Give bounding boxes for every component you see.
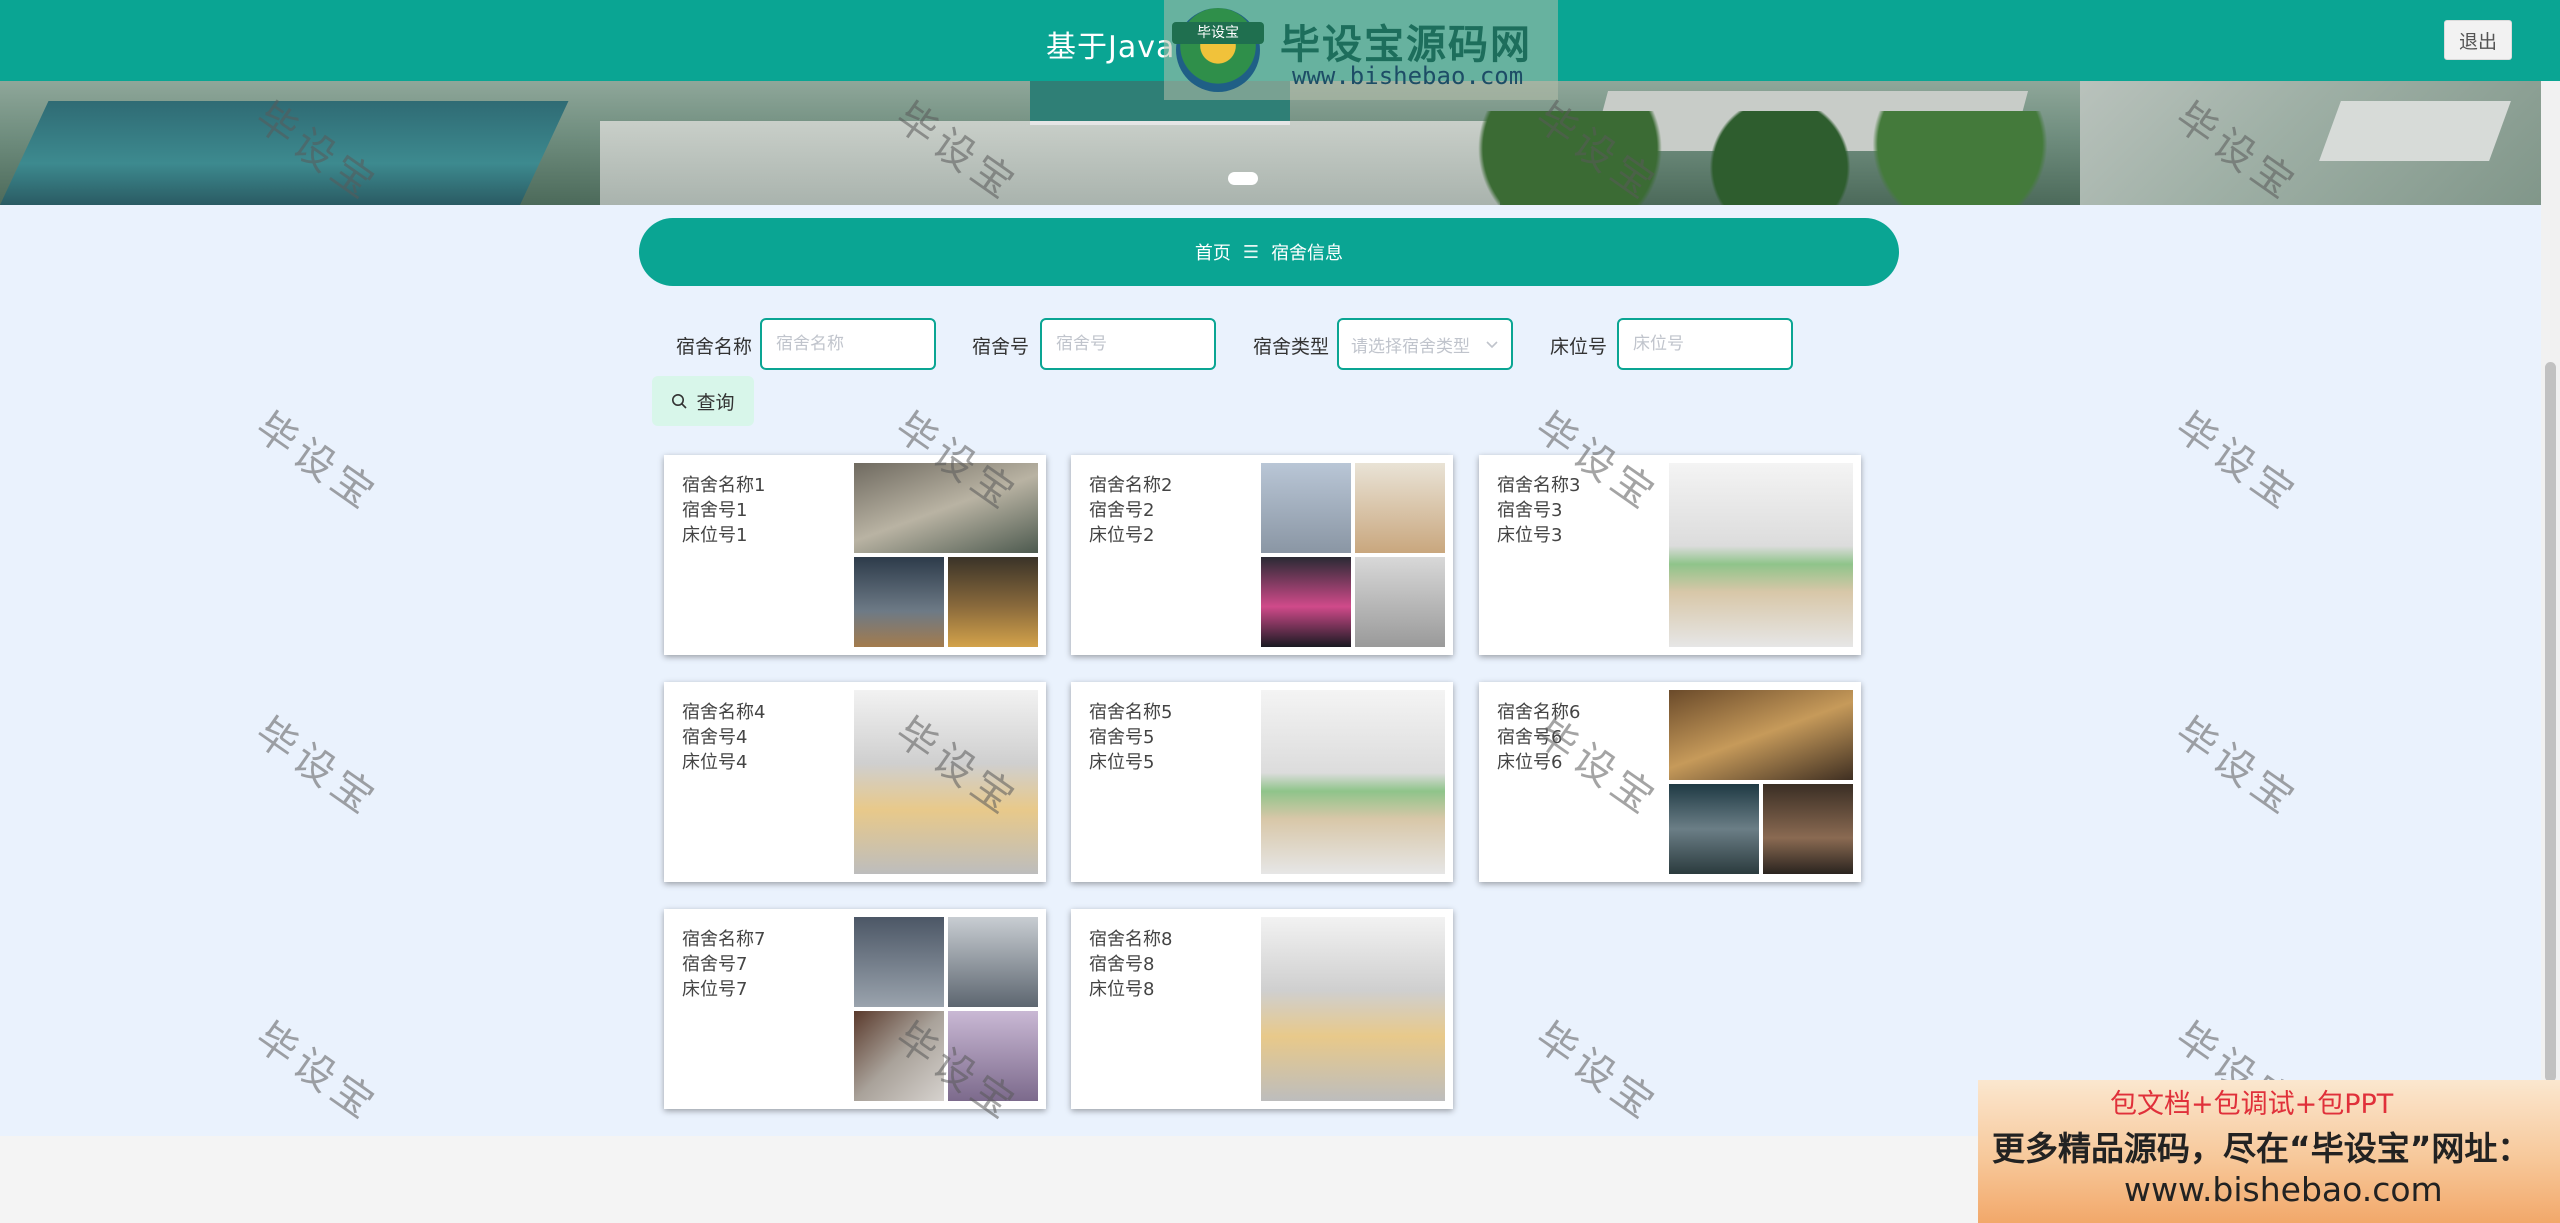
dorm-card-name: 宿舍名称1 (682, 475, 766, 496)
dorm-card-photo (854, 463, 1038, 647)
query-button[interactable]: 查询 (652, 376, 754, 426)
dorm-card-photo (854, 690, 1038, 874)
dorm-card-info: 宿舍名称7 宿舍号7 床位号7 (682, 927, 765, 1002)
dorm-card[interactable]: 宿舍名称1 宿舍号1 床位号1 (664, 455, 1046, 655)
dorm-type-select[interactable]: 请选择宿舍类型 (1337, 318, 1513, 370)
dorm-card-photo (1261, 917, 1445, 1101)
watermark-text: 毕设宝 (246, 708, 387, 826)
promo-banner[interactable]: 包文档+包调试+包PPT 更多精品源码，尽在“毕设宝”网址： www.bishe… (1978, 1080, 2560, 1223)
chevron-down-icon (1486, 341, 1498, 349)
dorm-card-bed: 床位号2 (1089, 525, 1155, 546)
dorm-card-name: 宿舍名称8 (1089, 929, 1173, 950)
breadcrumb-current: 宿舍信息 (1271, 243, 1344, 264)
dorm-card-number: 宿舍号6 (1497, 727, 1563, 748)
dorm-name-field[interactable] (760, 318, 936, 370)
bed-number-input[interactable] (1631, 333, 1779, 355)
dorm-card-bed: 床位号7 (682, 979, 748, 1000)
promo-url[interactable]: www.bishebao.com (2124, 1170, 2443, 1209)
dorm-type-label: 宿舍类型 (1253, 336, 1330, 358)
watermark-text: 毕设宝 (1526, 1013, 1667, 1131)
dorm-card[interactable]: 宿舍名称7 宿舍号7 床位号7 (664, 909, 1046, 1109)
bed-number-field[interactable] (1617, 318, 1793, 370)
dorm-card-photo (1669, 463, 1853, 647)
watermark-logo: 毕设宝 毕设宝源码网 www.bishebao.com (1164, 0, 1558, 100)
breadcrumb-separator-icon: ☰ (1242, 241, 1260, 263)
dorm-card-name: 宿舍名称5 (1089, 702, 1173, 723)
breadcrumb-home-link[interactable]: 首页 (1195, 239, 1231, 265)
dorm-card-name: 宿舍名称2 (1089, 475, 1173, 496)
dorm-card-bed: 床位号8 (1089, 979, 1155, 1000)
dorm-number-input[interactable] (1054, 333, 1202, 355)
dorm-name-label: 宿舍名称 (676, 336, 753, 358)
dorm-type-placeholder: 请选择宿舍类型 (1351, 336, 1470, 357)
logo-url: www.bishebao.com (1292, 62, 1524, 90)
dorm-card[interactable]: 宿舍名称6 宿舍号6 床位号6 (1479, 682, 1861, 882)
dorm-card-name: 宿舍名称3 (1497, 475, 1581, 496)
breadcrumb: 首页 ☰ 宿舍信息 (639, 218, 1899, 286)
dorm-card-bed: 床位号3 (1497, 525, 1563, 546)
bed-number-label: 床位号 (1550, 336, 1608, 358)
search-icon (672, 393, 688, 409)
dorm-card-photo (1669, 690, 1853, 874)
dorm-card-number: 宿舍号2 (1089, 500, 1155, 521)
dorm-card-name: 宿舍名称7 (682, 929, 766, 950)
dorm-number-field[interactable] (1040, 318, 1216, 370)
dorm-card[interactable]: 宿舍名称2 宿舍号2 床位号2 (1071, 455, 1453, 655)
logo-emblem-icon (1176, 8, 1260, 92)
dorm-card-bed: 床位号6 (1497, 752, 1563, 773)
dorm-card-name: 宿舍名称4 (682, 702, 766, 723)
dorm-card-photo (1261, 690, 1445, 874)
dorm-card-info: 宿舍名称3 宿舍号3 床位号3 (1497, 473, 1580, 548)
dorm-card-number: 宿舍号8 (1089, 954, 1155, 975)
dorm-card-info: 宿舍名称6 宿舍号6 床位号6 (1497, 700, 1580, 775)
dorm-card[interactable]: 宿舍名称4 宿舍号4 床位号4 (664, 682, 1046, 882)
dorm-card-number: 宿舍号1 (682, 500, 748, 521)
dorm-card[interactable]: 宿舍名称8 宿舍号8 床位号8 (1071, 909, 1453, 1109)
dorm-card-info: 宿舍名称2 宿舍号2 床位号2 (1089, 473, 1172, 548)
watermark-text: 毕设宝 (2166, 403, 2307, 521)
logout-button[interactable]: 退出 (2444, 20, 2512, 60)
promo-text: 更多精品源码，尽在“毕设宝”网址： (1992, 1129, 2531, 1168)
dorm-card-info: 宿舍名称4 宿舍号4 床位号4 (682, 700, 765, 775)
dorm-number-label: 宿舍号 (972, 336, 1030, 358)
dorm-name-input[interactable] (774, 333, 922, 355)
dorm-card[interactable]: 宿舍名称3 宿舍号3 床位号3 (1479, 455, 1861, 655)
watermark-text: 毕设宝 (246, 403, 387, 521)
dorm-card-number: 宿舍号7 (682, 954, 748, 975)
query-button-label: 查询 (696, 391, 735, 414)
watermark-text: 毕设宝 (2166, 708, 2307, 826)
dorm-card-bed: 床位号1 (682, 525, 748, 546)
logo-band-text: 毕设宝 (1172, 22, 1264, 44)
dorm-card-name: 宿舍名称6 (1497, 702, 1581, 723)
watermark-text: 毕设宝 (246, 1013, 387, 1131)
dorm-card-photo (854, 917, 1038, 1101)
dorm-card-number: 宿舍号3 (1497, 500, 1563, 521)
dorm-card-bed: 床位号5 (1089, 752, 1155, 773)
dorm-card-info: 宿舍名称8 宿舍号8 床位号8 (1089, 927, 1172, 1002)
dorm-card-info: 宿舍名称5 宿舍号5 床位号5 (1089, 700, 1172, 775)
scrollbar-thumb[interactable] (2545, 362, 2556, 1082)
dorm-card-number: 宿舍号4 (682, 727, 748, 748)
dorm-card-number: 宿舍号5 (1089, 727, 1155, 748)
dorm-card-info: 宿舍名称1 宿舍号1 床位号1 (682, 473, 765, 548)
dorm-card-photo (1261, 463, 1445, 647)
dorm-card[interactable]: 宿舍名称5 宿舍号5 床位号5 (1071, 682, 1453, 882)
carousel-indicator[interactable] (1228, 172, 1258, 185)
dorm-card-bed: 床位号4 (682, 752, 748, 773)
promo-headline: 包文档+包调试+包PPT (2110, 1089, 2394, 1120)
